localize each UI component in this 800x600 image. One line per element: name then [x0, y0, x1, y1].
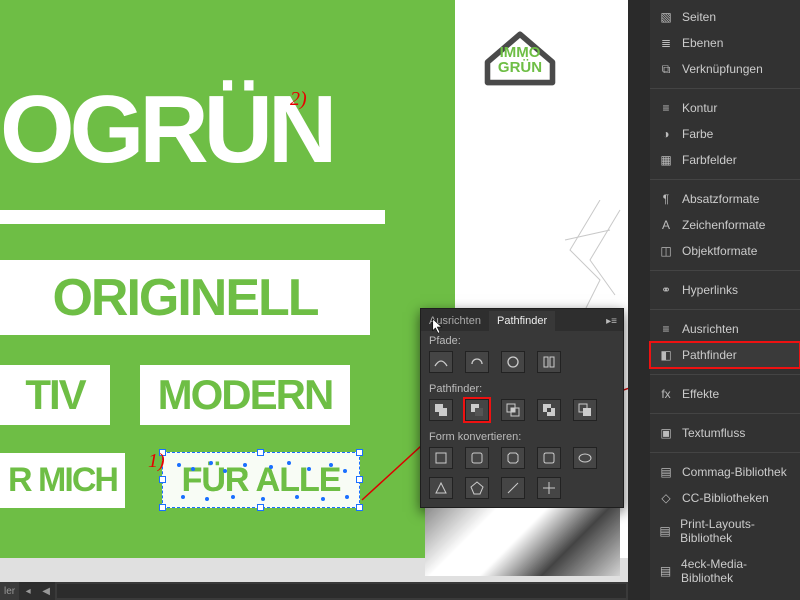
- side-item-print-layouts-bibliothek[interactable]: ▤ Print-Layouts-Bibliothek: [650, 511, 800, 551]
- path-join-button[interactable]: [429, 351, 453, 373]
- pf-add-button[interactable]: [429, 399, 453, 421]
- image-thumbnail: [425, 508, 620, 576]
- cc-lib-icon: ◇: [658, 491, 674, 505]
- side-item-label: Absatzformate: [682, 192, 759, 206]
- side-item-label: Objektformate: [682, 244, 757, 258]
- side-item-verkn-pfungen[interactable]: ⧉ Verknüpfungen: [650, 56, 800, 82]
- side-item-ebenen[interactable]: ≣ Ebenen: [650, 30, 800, 56]
- shape-triangle-button[interactable]: [429, 477, 453, 499]
- side-item-label: Pathfinder: [682, 348, 737, 362]
- scroll-track[interactable]: [57, 584, 626, 598]
- side-item-label: Seiten: [682, 10, 716, 24]
- pill-modern: MODERN: [140, 365, 350, 425]
- side-panel-dock: ▧ Seiten ≣ Ebenen ⧉ Verknüpfungen ≡ Kontur ◑ Farb…: [628, 0, 800, 600]
- shape-ellipse-button[interactable]: [573, 447, 597, 469]
- side-item-label: Ebenen: [682, 36, 723, 50]
- side-item-label: Zeichenformate: [682, 218, 765, 232]
- side-item-farbfelder[interactable]: ▦ Farbfelder: [650, 147, 800, 173]
- side-item-label: Print-Layouts-Bibliothek: [680, 517, 792, 545]
- lib-icon: ▤: [658, 524, 672, 538]
- side-item-hyperlinks[interactable]: ⚭ Hyperlinks: [650, 277, 800, 303]
- side-item-ausrichten[interactable]: ≡ Ausrichten: [650, 316, 800, 342]
- lib-icon: ▤: [658, 465, 674, 479]
- shape-bevel-button[interactable]: [501, 447, 525, 469]
- side-item-absatzformate[interactable]: ¶ Absatzformate: [650, 186, 800, 212]
- side-item-kontur[interactable]: ≡ Kontur: [650, 95, 800, 121]
- side-item-label: Farbe: [682, 127, 713, 141]
- label-pfade: Pfade:: [421, 331, 623, 349]
- swatches-icon: ▦: [658, 153, 674, 167]
- shape-inverse-round-button[interactable]: [537, 447, 561, 469]
- tab-pathfinder[interactable]: Pathfinder: [489, 311, 555, 331]
- shape-roundrect-button[interactable]: [465, 447, 489, 469]
- side-item-label: Effekte: [682, 387, 719, 401]
- label-form: Form konvertieren:: [421, 427, 623, 445]
- shape-hv-line-button[interactable]: [537, 477, 561, 499]
- logo-line2: GRÜN: [498, 59, 542, 76]
- object-styles-icon: ◫: [658, 244, 674, 258]
- para-styles-icon: ¶: [658, 192, 674, 206]
- pill-rmich: R MICH: [0, 453, 125, 508]
- pill-strip: [0, 210, 385, 224]
- shape-rect-button[interactable]: [429, 447, 453, 469]
- side-item-farbe[interactable]: ◑ Farbe: [650, 121, 800, 147]
- selection-anchors: [163, 453, 361, 509]
- side-item-label: Commag-Bibliothek: [682, 465, 787, 479]
- side-item-pathfinder[interactable]: ◧ Pathfinder: [650, 342, 800, 368]
- selected-frame[interactable]: FÜR ALLE: [162, 452, 360, 508]
- logo: IMMO GRÜN: [470, 25, 570, 105]
- side-item-cc-bibliotheken[interactable]: ◇ CC-Bibliotheken: [650, 485, 800, 511]
- annotation-2: 2): [290, 88, 307, 111]
- shape-polygon-button[interactable]: [465, 477, 489, 499]
- layers-icon: ≣: [658, 36, 674, 50]
- status-text: ler: [0, 586, 19, 597]
- side-item--eck-media-bibliothek[interactable]: ▤ 4eck-Media-Bibliothek: [650, 551, 800, 591]
- pill-tiv: TIV: [0, 365, 110, 425]
- textwrap-icon: ▣: [658, 426, 674, 440]
- side-item-label: Textumfluss: [682, 426, 745, 440]
- pf-intersect-button[interactable]: [501, 399, 525, 421]
- side-item-label: CC-Bibliotheken: [682, 491, 769, 505]
- path-open-button[interactable]: [465, 351, 489, 373]
- color-icon: ◑: [658, 127, 674, 141]
- hyperlinks-icon: ⚭: [658, 283, 674, 297]
- headline-text: OGRÜN: [0, 85, 332, 175]
- side-item-label: 4eck-Media-Bibliothek: [681, 557, 792, 585]
- side-item-objektformate[interactable]: ◫ Objektformate: [650, 238, 800, 264]
- side-item-commag-bibliothek[interactable]: ▤ Commag-Bibliothek: [650, 459, 800, 485]
- pages-icon: ▧: [658, 10, 674, 24]
- side-item-textumfluss[interactable]: ▣ Textumfluss: [650, 420, 800, 446]
- pf-subtract-button[interactable]: [465, 399, 489, 421]
- horizontal-scrollbar[interactable]: ler ◂ ◀: [0, 582, 628, 600]
- scroll-left-step[interactable]: ◀: [37, 582, 55, 600]
- pathfinder-panel[interactable]: Ausrichten Pathfinder ▸≡ Pfade: Pathfind…: [420, 308, 624, 508]
- stroke-icon: ≡: [658, 101, 674, 115]
- annotation-1: 1): [148, 450, 165, 473]
- side-item-seiten[interactable]: ▧ Seiten: [650, 4, 800, 30]
- side-item-label: Hyperlinks: [682, 283, 738, 297]
- align-icon: ≡: [658, 322, 674, 336]
- label-pathfinder: Pathfinder:: [421, 379, 623, 397]
- path-close-button[interactable]: [501, 351, 525, 373]
- lib-icon: ▤: [658, 564, 673, 578]
- pf-minus-back-button[interactable]: [573, 399, 597, 421]
- effects-icon: fx: [658, 387, 674, 401]
- side-item-effekte[interactable]: fx Effekte: [650, 381, 800, 407]
- side-item-label: Verknüpfungen: [682, 62, 763, 76]
- panel-menu-icon[interactable]: ▸≡: [600, 312, 623, 331]
- shape-line-button[interactable]: [501, 477, 525, 499]
- char-styles-icon: A: [658, 218, 674, 232]
- side-item-label: Ausrichten: [682, 322, 739, 336]
- pill-originell: ORIGINELL: [0, 260, 370, 335]
- path-reverse-button[interactable]: [537, 351, 561, 373]
- scroll-left-button[interactable]: ◂: [19, 582, 37, 600]
- links-icon: ⧉: [658, 62, 674, 76]
- side-item-zeichenformate[interactable]: A Zeichenformate: [650, 212, 800, 238]
- side-item-label: Kontur: [682, 101, 717, 115]
- side-collapse-strip[interactable]: [628, 0, 650, 600]
- side-item-label: Farbfelder: [682, 153, 737, 167]
- pathfinder-icon: ◧: [658, 348, 674, 362]
- pf-exclude-button[interactable]: [537, 399, 561, 421]
